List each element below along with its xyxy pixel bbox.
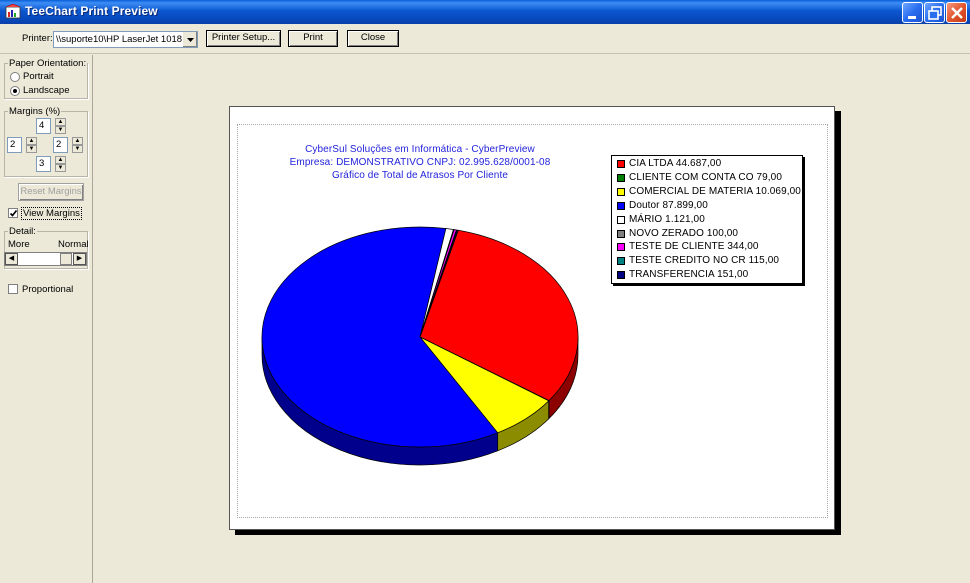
close-button[interactable]: Close xyxy=(347,30,399,47)
detail-normal-label: Normal xyxy=(58,239,89,250)
margin-top-value[interactable]: 4 xyxy=(36,118,51,134)
margins-group: Margins (%) 4 ▲ ▼ 2 ▲ ▼ 2 ▲ ▼ 3 ▲ ▼ xyxy=(4,106,88,177)
spin-down-icon[interactable]: ▼ xyxy=(55,126,66,134)
minimize-button[interactable] xyxy=(902,2,923,23)
printer-select-value: \\suporte10\HP LaserJet 1018 xyxy=(56,34,183,45)
legend-label: TRANSFERENCIA 151,00 xyxy=(629,269,749,281)
spin-down-icon[interactable]: ▼ xyxy=(72,145,83,153)
legend-swatch xyxy=(617,257,625,266)
legend-label: CLIENTE COM CONTA CO 79,00 xyxy=(629,171,783,183)
minimize-icon xyxy=(908,16,916,19)
scroll-left-icon[interactable]: ◀ xyxy=(5,253,18,265)
spin-up-icon[interactable]: ▲ xyxy=(55,156,66,164)
close-window-button[interactable] xyxy=(946,2,967,23)
chart-title-line-1: CyberSul Soluções em Informática - Cyber… xyxy=(305,144,535,155)
legend-label: NOVO ZERADO 100,00 xyxy=(629,227,739,239)
portrait-radio[interactable] xyxy=(10,72,20,82)
orientation-group: Paper Orientation: Portrait Landscape xyxy=(4,58,88,99)
landscape-label: Landscape xyxy=(23,85,70,96)
proportional-checkbox[interactable] xyxy=(8,284,18,294)
legend-swatch xyxy=(617,160,625,168)
detail-more-label: More xyxy=(8,239,30,250)
chart-title-line-2: Empresa: DEMONSTRATIVO CNPJ: 02.995.628/… xyxy=(289,157,551,168)
spin-down-icon[interactable]: ▼ xyxy=(55,164,66,172)
detail-slider[interactable]: ◀ ▶ xyxy=(4,252,87,266)
pie-chart[interactable]: CIA LTDACLIENTE COM CONTA COCOMERCIAL DE… xyxy=(260,217,590,477)
view-margins-label[interactable]: View Margins xyxy=(21,207,82,220)
preview-area: CyberSul Soluções em Informática - Cyber… xyxy=(94,55,970,583)
preview-page[interactable]: CyberSul Soluções em Informática - Cyber… xyxy=(229,106,835,530)
toolbar: Printer: \\suporte10\HP LaserJet 1018 Pr… xyxy=(0,24,970,54)
view-margins-checkbox[interactable] xyxy=(8,208,18,218)
scroll-right-icon[interactable]: ▶ xyxy=(73,253,86,265)
margin-right-value[interactable]: 2 xyxy=(53,137,68,153)
chevron-down-icon[interactable] xyxy=(182,32,197,47)
legend-label: MÁRIO 1.121,00 xyxy=(629,213,705,225)
margin-bottom-value[interactable]: 3 xyxy=(36,156,51,172)
portrait-label: Portrait xyxy=(23,71,54,82)
legend-label: TESTE DE CLIENTE 344,00 xyxy=(629,241,759,253)
margins-legend: Margins (%) xyxy=(8,106,62,117)
reset-margins-button[interactable]: Reset Margins xyxy=(18,183,84,201)
printer-setup-button[interactable]: Printer Setup... xyxy=(206,30,281,47)
legend-label: Doutor 87.899,00 xyxy=(629,199,708,211)
print-button[interactable]: Print xyxy=(288,30,338,47)
spin-up-icon[interactable]: ▲ xyxy=(26,137,37,145)
close-icon xyxy=(951,7,963,19)
spin-up-icon[interactable]: ▲ xyxy=(72,137,83,145)
legend-swatch xyxy=(617,243,625,252)
chart-legend: CIA LTDA 44.687,00 CLIENTE COM CONTA CO 7… xyxy=(611,155,803,284)
legend-swatch xyxy=(617,201,625,210)
slider-thumb[interactable] xyxy=(60,253,72,265)
legend-swatch xyxy=(617,215,625,224)
spin-up-icon[interactable]: ▲ xyxy=(55,118,66,126)
chart-title-line-3: Gráfico de Total de Atrasos Por Cliente xyxy=(331,170,509,181)
legend-swatch xyxy=(617,187,625,196)
printer-label: Printer: xyxy=(22,33,53,44)
restore-icon xyxy=(928,6,942,20)
proportional-label: Proportional xyxy=(22,284,74,295)
legend-label: COMERCIAL DE MATERIA 10.069,00 xyxy=(629,185,801,197)
margin-left-value[interactable]: 2 xyxy=(7,137,22,153)
legend-label: TESTE CREDITO NO CR 115,00 xyxy=(629,255,780,267)
orientation-legend: Paper Orientation: xyxy=(8,58,88,69)
window-title: TeeChart Print Preview xyxy=(25,4,158,18)
teechart-app-icon[interactable] xyxy=(5,4,21,20)
printer-select[interactable]: \\suporte10\HP LaserJet 1018 xyxy=(53,31,198,48)
options-panel: Paper Orientation: Portrait Landscape Ma… xyxy=(0,55,93,583)
legend-swatch xyxy=(617,271,625,280)
maximize-button[interactable] xyxy=(924,2,945,23)
landscape-radio[interactable] xyxy=(10,86,20,96)
legend-label: CIA LTDA 44.687,00 xyxy=(629,158,722,169)
title-bar: TeeChart Print Preview xyxy=(0,0,970,24)
spin-down-icon[interactable]: ▼ xyxy=(26,145,37,153)
detail-legend: Detail: xyxy=(8,226,37,237)
legend-swatch xyxy=(617,229,625,238)
legend-swatch xyxy=(617,173,625,182)
